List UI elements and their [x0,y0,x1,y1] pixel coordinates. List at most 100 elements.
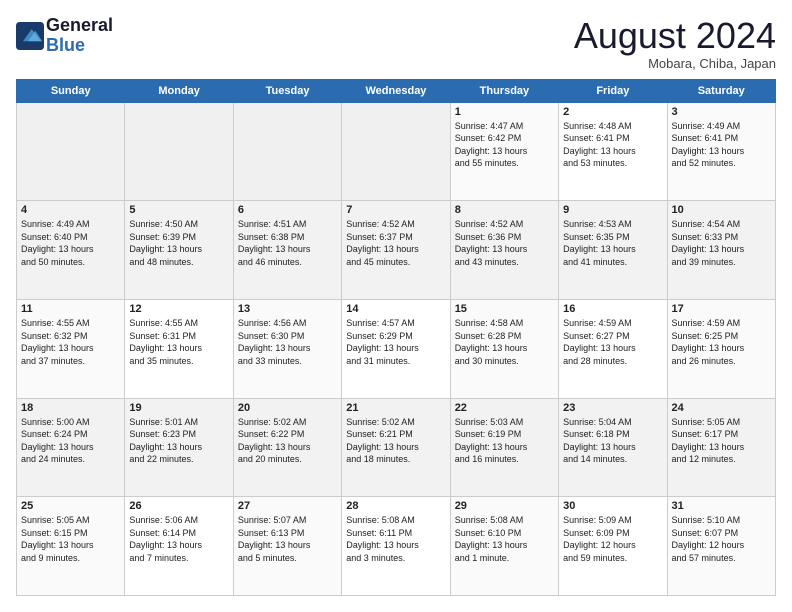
general-blue-logo-icon [16,22,44,50]
day-number: 22 [455,402,554,414]
day-number: 28 [346,500,445,512]
day-number: 9 [563,204,662,216]
calendar-cell: 4 Sunrise: 4:49 AM Sunset: 6:40 PM Daylig… [17,201,125,300]
calendar-cell: 3 Sunrise: 4:49 AM Sunset: 6:41 PM Daylig… [667,102,775,201]
calendar-cell: 5 Sunrise: 4:50 AM Sunset: 6:39 PM Daylig… [125,201,233,300]
day-number: 7 [346,204,445,216]
day-info: Sunrise: 5:04 AM Sunset: 6:18 PM Dayligh… [563,416,662,466]
weekday-tuesday: Tuesday [233,79,341,102]
day-info: Sunrise: 5:03 AM Sunset: 6:19 PM Dayligh… [455,416,554,466]
day-info: Sunrise: 5:05 AM Sunset: 6:17 PM Dayligh… [672,416,771,466]
calendar-cell: 23Sunrise: 5:04 AM Sunset: 6:18 PM Dayli… [559,398,667,497]
calendar-cell [342,102,450,201]
day-info: Sunrise: 4:54 AM Sunset: 6:33 PM Dayligh… [672,218,771,268]
logo: General Blue [16,16,113,56]
title-block: August 2024 Mobara, Chiba, Japan [574,16,776,71]
day-info: Sunrise: 5:05 AM Sunset: 6:15 PM Dayligh… [21,514,120,564]
day-number: 27 [238,500,337,512]
calendar-cell: 9 Sunrise: 4:53 AM Sunset: 6:35 PM Daylig… [559,201,667,300]
day-number: 13 [238,303,337,315]
calendar-week-2: 4 Sunrise: 4:49 AM Sunset: 6:40 PM Daylig… [17,201,776,300]
calendar-cell: 12 Sunrise: 4:55 AM Sunset: 6:31 PM Dayli… [125,299,233,398]
day-number: 14 [346,303,445,315]
day-number: 30 [563,500,662,512]
day-number: 31 [672,500,771,512]
calendar-body: 1Sunrise: 4:47 AM Sunset: 6:42 PM Daylig… [17,102,776,595]
calendar-cell: 16 Sunrise: 4:59 AM Sunset: 6:27 PM Dayli… [559,299,667,398]
day-info: Sunrise: 5:00 AM Sunset: 6:24 PM Dayligh… [21,416,120,466]
calendar-cell: 29 Sunrise: 5:08 AM Sunset: 6:10 PM Dayli… [450,497,558,596]
calendar-cell: 7 Sunrise: 4:52 AM Sunset: 6:37 PM Daylig… [342,201,450,300]
calendar-week-1: 1Sunrise: 4:47 AM Sunset: 6:42 PM Daylig… [17,102,776,201]
calendar-cell [233,102,341,201]
day-info: Sunrise: 4:48 AM Sunset: 6:41 PM Dayligh… [563,120,662,170]
day-info: Sunrise: 4:51 AM Sunset: 6:38 PM Dayligh… [238,218,337,268]
weekday-monday: Monday [125,79,233,102]
day-info: Sunrise: 5:08 AM Sunset: 6:11 PM Dayligh… [346,514,445,564]
calendar-cell: 20Sunrise: 5:02 AM Sunset: 6:22 PM Dayli… [233,398,341,497]
day-number: 12 [129,303,228,315]
day-info: Sunrise: 5:02 AM Sunset: 6:21 PM Dayligh… [346,416,445,466]
month-title: August 2024 [574,16,776,56]
day-info: Sunrise: 4:59 AM Sunset: 6:27 PM Dayligh… [563,317,662,367]
day-info: Sunrise: 4:49 AM Sunset: 6:41 PM Dayligh… [672,120,771,170]
calendar-cell: 21Sunrise: 5:02 AM Sunset: 6:21 PM Dayli… [342,398,450,497]
day-number: 8 [455,204,554,216]
day-number: 3 [672,106,771,118]
day-number: 18 [21,402,120,414]
page: General Blue August 2024 Mobara, Chiba, … [0,0,792,612]
calendar-cell: 27 Sunrise: 5:07 AM Sunset: 6:13 PM Dayli… [233,497,341,596]
calendar-cell: 13 Sunrise: 4:56 AM Sunset: 6:30 PM Dayli… [233,299,341,398]
calendar-week-3: 11Sunrise: 4:55 AM Sunset: 6:32 PM Dayli… [17,299,776,398]
day-number: 11 [21,303,120,315]
day-info: Sunrise: 4:52 AM Sunset: 6:37 PM Dayligh… [346,218,445,268]
calendar-cell: 1Sunrise: 4:47 AM Sunset: 6:42 PM Daylig… [450,102,558,201]
day-number: 1 [455,106,554,118]
day-info: Sunrise: 5:08 AM Sunset: 6:10 PM Dayligh… [455,514,554,564]
day-info: Sunrise: 4:56 AM Sunset: 6:30 PM Dayligh… [238,317,337,367]
day-info: Sunrise: 4:52 AM Sunset: 6:36 PM Dayligh… [455,218,554,268]
calendar-cell: 31 Sunrise: 5:10 AM Sunset: 6:07 PM Dayli… [667,497,775,596]
calendar-cell: 11Sunrise: 4:55 AM Sunset: 6:32 PM Dayli… [17,299,125,398]
calendar-cell: 8 Sunrise: 4:52 AM Sunset: 6:36 PM Daylig… [450,201,558,300]
day-info: Sunrise: 5:06 AM Sunset: 6:14 PM Dayligh… [129,514,228,564]
day-info: Sunrise: 5:07 AM Sunset: 6:13 PM Dayligh… [238,514,337,564]
calendar-cell: 26 Sunrise: 5:06 AM Sunset: 6:14 PM Dayli… [125,497,233,596]
day-number: 19 [129,402,228,414]
day-info: Sunrise: 4:55 AM Sunset: 6:31 PM Dayligh… [129,317,228,367]
day-number: 17 [672,303,771,315]
calendar-week-4: 18 Sunrise: 5:00 AM Sunset: 6:24 PM Dayli… [17,398,776,497]
calendar-cell [125,102,233,201]
calendar-table: SundayMondayTuesdayWednesdayThursdayFrid… [16,79,776,596]
calendar-cell: 30 Sunrise: 5:09 AM Sunset: 6:09 PM Dayli… [559,497,667,596]
day-number: 25 [21,500,120,512]
day-info: Sunrise: 5:09 AM Sunset: 6:09 PM Dayligh… [563,514,662,564]
location-subtitle: Mobara, Chiba, Japan [574,56,776,71]
calendar-cell: 19Sunrise: 5:01 AM Sunset: 6:23 PM Dayli… [125,398,233,497]
day-info: Sunrise: 4:53 AM Sunset: 6:35 PM Dayligh… [563,218,662,268]
day-number: 5 [129,204,228,216]
calendar-cell: 17Sunrise: 4:59 AM Sunset: 6:25 PM Dayli… [667,299,775,398]
day-number: 24 [672,402,771,414]
calendar-cell: 22 Sunrise: 5:03 AM Sunset: 6:19 PM Dayli… [450,398,558,497]
day-info: Sunrise: 4:49 AM Sunset: 6:40 PM Dayligh… [21,218,120,268]
day-info: Sunrise: 4:50 AM Sunset: 6:39 PM Dayligh… [129,218,228,268]
day-number: 2 [563,106,662,118]
day-number: 4 [21,204,120,216]
day-number: 29 [455,500,554,512]
calendar-cell: 6Sunrise: 4:51 AM Sunset: 6:38 PM Daylig… [233,201,341,300]
day-number: 26 [129,500,228,512]
day-number: 15 [455,303,554,315]
weekday-friday: Friday [559,79,667,102]
calendar-week-5: 25 Sunrise: 5:05 AM Sunset: 6:15 PM Dayli… [17,497,776,596]
day-number: 20 [238,402,337,414]
day-info: Sunrise: 5:10 AM Sunset: 6:07 PM Dayligh… [672,514,771,564]
calendar-cell: 15 Sunrise: 4:58 AM Sunset: 6:28 PM Dayli… [450,299,558,398]
weekday-wednesday: Wednesday [342,79,450,102]
weekday-thursday: Thursday [450,79,558,102]
day-info: Sunrise: 4:58 AM Sunset: 6:28 PM Dayligh… [455,317,554,367]
calendar-cell: 18 Sunrise: 5:00 AM Sunset: 6:24 PM Dayli… [17,398,125,497]
calendar-cell: 25 Sunrise: 5:05 AM Sunset: 6:15 PM Dayli… [17,497,125,596]
calendar-cell: 14Sunrise: 4:57 AM Sunset: 6:29 PM Dayli… [342,299,450,398]
day-number: 16 [563,303,662,315]
